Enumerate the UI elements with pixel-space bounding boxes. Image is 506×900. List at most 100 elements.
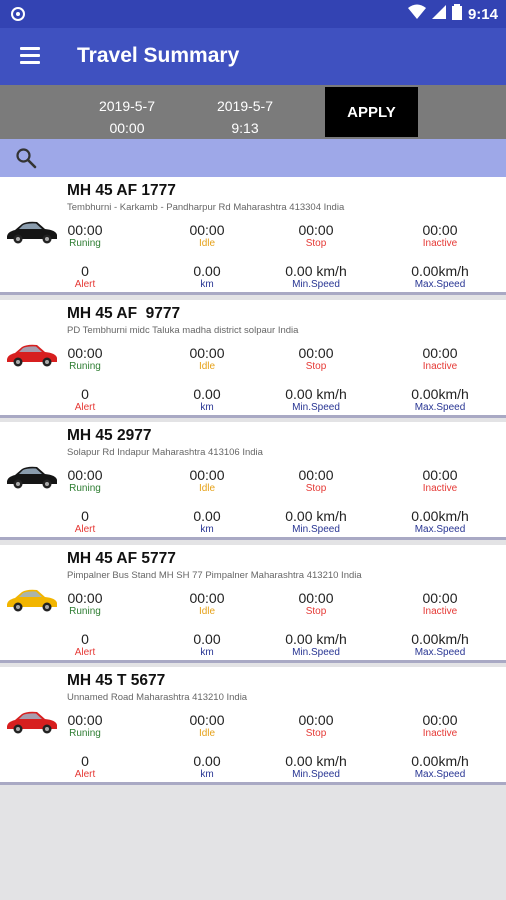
min-speed-value: 0.00 km/h — [285, 263, 347, 279]
stop-value: 00:00 — [298, 589, 334, 606]
distance-label: km — [200, 769, 214, 780]
min-speed-label: Min.Speed — [292, 279, 340, 290]
running-value: 00:00 — [67, 712, 103, 728]
stop-label: Stop — [305, 360, 327, 372]
idle-value: 00:00 — [189, 344, 225, 361]
running-label: Runing — [69, 360, 101, 372]
vehicle-plate: MH 45 T 5677 — [67, 672, 166, 689]
idle-stat: 00:00 Idle — [157, 345, 257, 372]
vehicle-card[interactable]: MH 45 AF 5777 Pimpalner Bus Stand MH SH 7… — [0, 544, 506, 663]
max-speed-value: 0.00km/h — [411, 263, 469, 279]
inactive-label: Inactive — [422, 238, 458, 249]
distance-value: 0.00 — [193, 630, 221, 647]
running-value: 00:00 — [67, 589, 103, 606]
sync-icon — [9, 5, 27, 28]
max-speed-value: 0.00km/h — [411, 508, 469, 524]
min-speed-label: Min.Speed — [292, 769, 340, 780]
stop-value: 00:00 — [298, 467, 334, 483]
stop-stat: 00:00 Stop — [266, 345, 366, 372]
distance-label: km — [200, 401, 214, 413]
status-bar: 9:14 — [0, 0, 506, 28]
vehicle-plate: MH 45 AF 9777 — [67, 304, 181, 322]
inactive-stat: 00:00 Inactive — [390, 712, 490, 739]
inactive-stat: 00:00 Inactive — [390, 590, 490, 617]
stop-label: Stop — [305, 728, 327, 739]
inactive-value: 00:00 — [422, 344, 458, 361]
from-date-picker[interactable]: 2019-5-7 00:00 — [87, 95, 167, 139]
max-speed-stat: 0.00km/h Max.Speed — [390, 386, 490, 413]
min-speed-stat: 0.00 km/h Min.Speed — [266, 263, 366, 290]
min-speed-value: 0.00 km/h — [285, 385, 347, 402]
distance-value: 0.00 — [193, 508, 221, 524]
idle-value: 00:00 — [189, 467, 225, 483]
alert-stat: 0 Alert — [35, 631, 135, 658]
vehicle-address: Tembhurni - Karkamb - Pandharpur Rd Maha… — [67, 202, 345, 213]
running-value: 00:00 — [67, 222, 103, 238]
page-title: Travel Summary — [77, 44, 240, 67]
running-stat: 00:00 Runing — [35, 222, 135, 249]
vehicle-plate: MH 45 AF 5777 — [67, 549, 176, 567]
vehicle-card[interactable]: MH 45 2977 Solapur Rd Indapur Maharashtra… — [0, 422, 506, 540]
running-label: Runing — [69, 728, 101, 739]
inactive-label: Inactive — [422, 360, 458, 372]
distance-stat: 0.00 km — [157, 263, 257, 290]
distance-stat: 0.00 km — [157, 753, 257, 780]
stop-stat: 00:00 Stop — [266, 222, 366, 249]
max-speed-label: Max.Speed — [414, 646, 466, 658]
max-speed-stat: 0.00km/h Max.Speed — [390, 631, 490, 658]
idle-stat: 00:00 Idle — [157, 222, 257, 249]
alert-label: Alert — [74, 279, 96, 290]
alert-stat: 0 Alert — [35, 386, 135, 413]
vehicle-card[interactable]: MH 45 AF 1777 Tembhurni - Karkamb - Pandh… — [0, 177, 506, 295]
max-speed-label: Max.Speed — [414, 769, 466, 780]
stop-value: 00:00 — [298, 344, 334, 361]
inactive-label: Inactive — [422, 728, 458, 739]
signal-icon — [431, 5, 446, 24]
distance-stat: 0.00 km — [157, 386, 257, 413]
distance-label: km — [200, 524, 214, 535]
idle-label: Idle — [198, 605, 216, 617]
idle-stat: 00:00 Idle — [157, 467, 257, 494]
idle-stat: 00:00 Idle — [157, 712, 257, 739]
from-date: 2019-5-7 — [98, 98, 156, 114]
running-value: 00:00 — [67, 344, 103, 361]
apply-button[interactable]: APPLY — [325, 87, 418, 137]
alert-stat: 0 Alert — [35, 263, 135, 290]
inactive-stat: 00:00 Inactive — [390, 467, 490, 494]
alert-label: Alert — [74, 769, 96, 780]
inactive-label: Inactive — [422, 605, 458, 617]
stop-label: Stop — [305, 483, 327, 494]
stop-label: Stop — [305, 238, 327, 249]
alert-value: 0 — [81, 508, 89, 524]
min-speed-value: 0.00 km/h — [285, 630, 347, 647]
vehicle-address: Solapur Rd Indapur Maharashtra 413106 In… — [67, 447, 263, 458]
running-label: Runing — [69, 483, 101, 494]
inactive-label: Inactive — [422, 483, 458, 494]
vehicle-plate: MH 45 2977 — [67, 427, 152, 444]
vehicle-card[interactable]: MH 45 AF 9777 PD Tembhurni midc Taluka ma… — [0, 299, 506, 418]
stop-value: 00:00 — [298, 712, 334, 728]
min-speed-value: 0.00 km/h — [285, 753, 347, 769]
vehicle-card[interactable]: MH 45 T 5677 Unnamed Road Maharashtra 413… — [0, 667, 506, 785]
vehicle-plate: MH 45 AF 1777 — [67, 182, 176, 199]
date-filter-bar: 2019-5-7 00:00 2019-5-7 9:13 APPLY — [0, 85, 506, 139]
max-speed-stat: 0.00km/h Max.Speed — [390, 508, 490, 535]
distance-value: 0.00 — [193, 753, 221, 769]
min-speed-stat: 0.00 km/h Min.Speed — [266, 753, 366, 780]
idle-label: Idle — [198, 238, 216, 249]
search-bar[interactable] — [0, 139, 506, 177]
max-speed-value: 0.00km/h — [411, 385, 469, 402]
inactive-value: 00:00 — [422, 467, 458, 483]
running-stat: 00:00 Runing — [35, 467, 135, 494]
min-speed-label: Min.Speed — [292, 524, 340, 535]
max-speed-label: Max.Speed — [414, 401, 466, 413]
battery-icon — [451, 4, 462, 25]
hamburger-menu-icon[interactable] — [20, 47, 40, 65]
inactive-stat: 00:00 Inactive — [390, 222, 490, 249]
search-icon[interactable] — [15, 147, 37, 174]
alert-label: Alert — [74, 646, 96, 658]
app-bar: Travel Summary — [0, 28, 506, 85]
to-date-picker[interactable]: 2019-5-7 9:13 — [205, 95, 285, 139]
distance-label: km — [200, 646, 214, 658]
min-speed-label: Min.Speed — [292, 646, 340, 658]
